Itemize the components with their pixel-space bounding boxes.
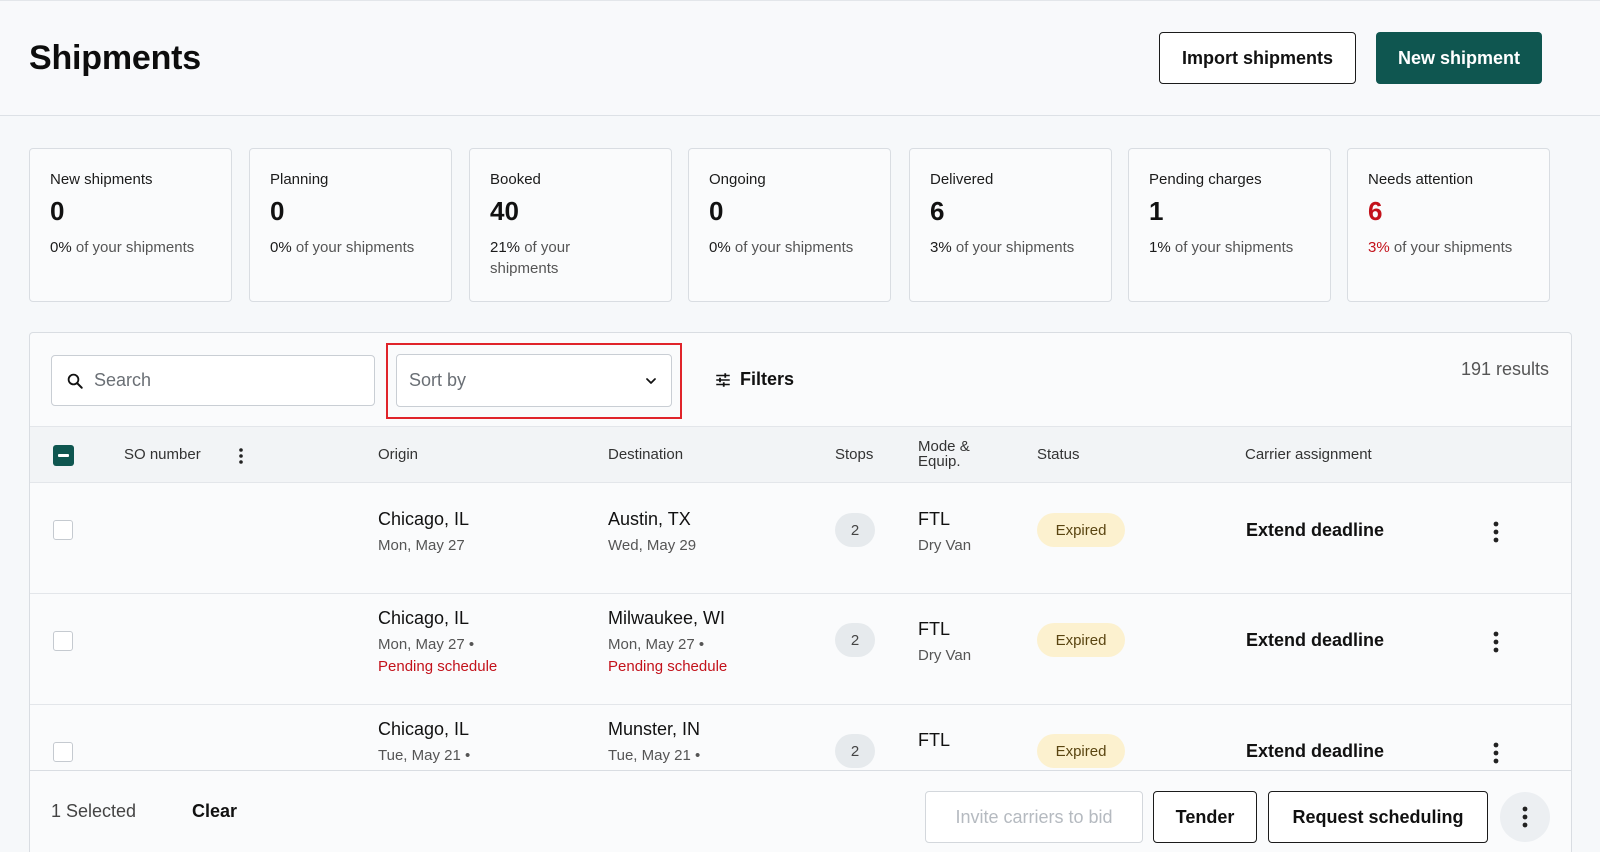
filters-button[interactable]: Filters [714, 369, 794, 390]
more-vertical-icon [1522, 806, 1528, 828]
equipment-text: Dry Van [918, 647, 972, 664]
card-value: 6 [930, 196, 945, 226]
more-actions-button[interactable] [1500, 792, 1550, 842]
card-value: 0 [709, 196, 724, 226]
table-row[interactable]: Chicago, IL Mon, May 27 • Pending schedu… [30, 595, 1571, 705]
row-checkbox[interactable] [53, 631, 73, 651]
table-header: SO number Origin Destination Stops Mode … [30, 426, 1571, 483]
card-label: Ongoing [709, 171, 766, 188]
card-subtext: 3% of your shipments [930, 239, 1075, 256]
destination-city: Munster, IN [608, 719, 701, 739]
column-header-destination[interactable]: Destination [608, 446, 683, 463]
filters-icon [716, 372, 730, 387]
mode-text: FTL [918, 730, 951, 750]
card-label: Planning [270, 171, 329, 188]
status-badge: Expired [1037, 513, 1125, 547]
sort-by-placeholder: Sort by [409, 370, 467, 390]
status-badge: Expired [1037, 734, 1125, 768]
stops-badge: 2 [835, 623, 875, 657]
status-badge: Expired [1037, 623, 1125, 657]
stops-badge: 2 [835, 513, 875, 547]
card-label: Delivered [930, 171, 994, 188]
origin-date: Mon, May 27 • [378, 636, 475, 653]
card-value: 6 [1368, 196, 1383, 226]
selected-count: 1 Selected [51, 801, 137, 821]
import-shipments-button[interactable]: Import shipments [1159, 32, 1356, 84]
origin-date: Tue, May 21 • [378, 747, 471, 764]
destination-city: Austin, TX [608, 509, 691, 529]
new-shipment-button[interactable]: New shipment [1376, 32, 1542, 84]
extend-deadline-link[interactable]: Extend deadline [1246, 630, 1384, 651]
destination-date: Wed, May 29 [608, 537, 697, 554]
filters-label: Filters [740, 369, 795, 389]
select-all-checkbox[interactable] [53, 445, 74, 466]
search-box[interactable] [51, 355, 375, 406]
tender-button[interactable]: Tender [1153, 791, 1257, 843]
results-count: 191 results [1460, 359, 1549, 379]
destination-date: Mon, May 27 • [608, 636, 705, 653]
page-header: Shipments Import shipments New shipment [0, 0, 1600, 116]
summary-card-booked[interactable]: Booked 40 21% of your shipments [469, 148, 672, 302]
summary-card-ongoing[interactable]: Ongoing 0 0% of your shipments [688, 148, 891, 302]
origin-city: Chicago, IL [378, 719, 470, 739]
origin-city: Chicago, IL [378, 608, 470, 628]
card-subtext: 0% of your shipments [50, 239, 195, 256]
card-label: Pending charges [1149, 171, 1262, 188]
destination-pending-schedule: Pending schedule [608, 658, 728, 675]
chevron-down-icon [646, 377, 656, 384]
sort-by-dropdown[interactable]: Sort by [396, 354, 672, 407]
column-header-carrier-assignment[interactable]: Carrier assignment [1245, 446, 1372, 463]
origin-pending-schedule: Pending schedule [378, 658, 498, 675]
request-scheduling-button[interactable]: Request scheduling [1268, 791, 1488, 843]
more-vertical-icon[interactable] [1491, 630, 1501, 654]
stops-badge: 2 [835, 734, 875, 768]
extend-deadline-link[interactable]: Extend deadline [1246, 741, 1384, 762]
more-vertical-icon[interactable] [1491, 520, 1501, 544]
card-value: 0 [270, 196, 285, 226]
card-value: 1 [1149, 196, 1164, 226]
card-value: 40 [490, 196, 519, 226]
card-label: Needs attention [1368, 171, 1474, 188]
summary-card-needs-attention[interactable]: Needs attention 6 3% of your shipments [1347, 148, 1550, 302]
card-subtext: 21% of your shipments [490, 239, 571, 277]
column-header-stops[interactable]: Stops [835, 446, 873, 463]
card-subtext: 0% of your shipments [270, 239, 415, 256]
invite-carriers-button[interactable]: Invite carriers to bid [925, 791, 1143, 843]
row-checkbox[interactable] [53, 742, 73, 762]
destination-date: Tue, May 21 • [608, 747, 701, 764]
card-subtext: 3% of your shipments [1368, 239, 1513, 256]
card-subtext: 1% of your shipments [1149, 239, 1294, 256]
card-subtext: 0% of your shipments [709, 239, 854, 256]
row-checkbox[interactable] [53, 520, 73, 540]
page-title: Shipments [29, 39, 202, 77]
origin-city: Chicago, IL [378, 509, 470, 529]
mode-text: FTL [918, 619, 951, 639]
extend-deadline-link[interactable]: Extend deadline [1246, 520, 1384, 541]
equipment-text: Dry Van [918, 537, 972, 554]
clear-selection-button[interactable]: Clear [192, 801, 237, 822]
bulk-action-bar: 1 Selected Clear Invite carriers to bid … [29, 770, 1572, 852]
card-label: New shipments [50, 171, 153, 188]
more-vertical-icon[interactable] [237, 447, 245, 465]
column-header-origin[interactable]: Origin [378, 446, 418, 463]
card-label: Booked [490, 171, 541, 188]
summary-card-new[interactable]: New shipments 0 0% of your shipments [29, 148, 232, 302]
column-header-mode-equip[interactable]: Mode & Equip. [918, 439, 970, 469]
card-value: 0 [50, 196, 65, 226]
summary-card-delivered[interactable]: Delivered 6 3% of your shipments [909, 148, 1112, 302]
destination-city: Milwaukee, WI [608, 608, 726, 628]
origin-date: Mon, May 27 [378, 537, 465, 554]
summary-card-pending-charges[interactable]: Pending charges 1 1% of your shipments [1128, 148, 1331, 302]
table-row[interactable]: Chicago, IL Mon, May 27 Austin, TX Wed, … [30, 484, 1571, 594]
mode-text: FTL [918, 509, 951, 529]
more-vertical-icon[interactable] [1491, 741, 1501, 765]
summary-card-planning[interactable]: Planning 0 0% of your shipments [249, 148, 452, 302]
column-header-so-number[interactable]: SO number [124, 446, 201, 463]
search-icon [67, 373, 83, 389]
search-input[interactable] [94, 370, 344, 391]
column-header-status[interactable]: Status [1037, 446, 1080, 463]
